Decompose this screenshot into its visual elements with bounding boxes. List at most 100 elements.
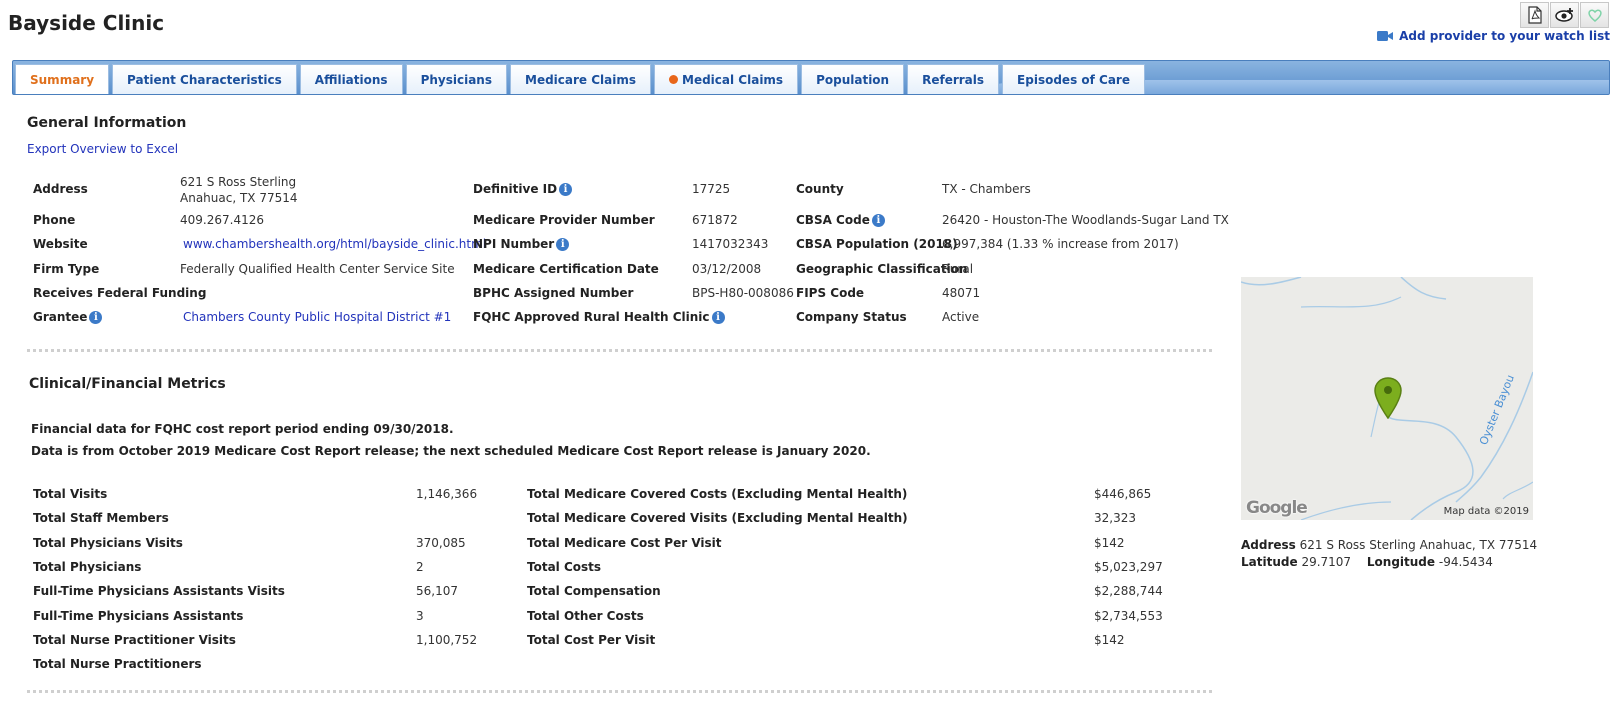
fips-value: 48071: [942, 286, 981, 300]
grantee-label: Grantee: [33, 310, 88, 324]
metric-value: $446,865: [1094, 487, 1152, 501]
info-icon[interactable]: i: [556, 238, 570, 251]
federal-funding-label: Receives Federal Funding: [33, 286, 207, 300]
county-value: TX - Chambers: [942, 182, 1031, 196]
cbsa-code-label: CBSA Code: [796, 213, 870, 227]
address-label: Address: [33, 182, 88, 196]
tab-medicare-claims[interactable]: Medicare Claims: [510, 64, 652, 94]
metric-value: 3: [416, 608, 424, 623]
heart-icon: [1587, 9, 1602, 22]
add-to-watch-list-link[interactable]: Add provider to your watch list: [1377, 29, 1610, 43]
metric-value: 56,107: [416, 584, 458, 599]
medicare-provider-value: 671872: [692, 213, 738, 227]
map-address-label: Address: [1241, 538, 1296, 552]
longitude-label: Longitude: [1366, 555, 1436, 569]
company-status-label: Company Status: [796, 310, 907, 324]
cbsa-population-label: CBSA Population (2018): [796, 237, 958, 251]
tab-label: Medical Claims: [682, 72, 784, 87]
metric-value: 2: [416, 559, 424, 574]
info-icon[interactable]: i: [871, 214, 885, 227]
tab-summary[interactable]: Summary: [15, 64, 110, 94]
fqhc-label-group: FQHC Approved Rural Health Clinic i: [473, 310, 725, 324]
page-title: Bayside Clinic: [8, 11, 165, 35]
tab-physicians[interactable]: Physicians: [405, 64, 507, 94]
metric-value: $142: [1094, 535, 1125, 550]
tab-label: Summary: [30, 72, 95, 87]
metric-value: $2,734,553: [1094, 608, 1163, 623]
tab-label: Episodes of Care: [1017, 72, 1130, 87]
favorite-button[interactable]: [1580, 2, 1609, 28]
eye-plus-icon: [1554, 8, 1573, 22]
metric-label: Total Visits: [33, 487, 108, 501]
metric-label: Total Medicare Covered Costs (Excluding …: [527, 487, 908, 501]
metric-label: Total Cost Per Visit: [527, 632, 656, 647]
metric-label: Total Medicare Cost Per Visit: [527, 535, 722, 550]
top-toolbar: [1520, 2, 1610, 30]
definitive-id-label-group: Definitive ID i: [473, 182, 573, 196]
pdf-icon: [1527, 6, 1542, 24]
location-pin-icon[interactable]: [1374, 377, 1402, 419]
map-address-value: 621 S Ross Sterling Anahuac, TX 77514: [1299, 538, 1538, 552]
cbsa-population-value: 6,997,384 (1.33 % increase from 2017): [942, 237, 1179, 251]
longitude-value: -94.5434: [1438, 555, 1493, 569]
watch-add-button[interactable]: [1550, 2, 1579, 28]
metric-label: Total Staff Members: [33, 511, 169, 526]
website-label: Website: [33, 237, 88, 251]
website-link[interactable]: www.chambershealth.org/html/bayside_clin…: [183, 237, 486, 251]
financial-note-release: Data is from October 2019 Medicare Cost …: [31, 444, 871, 458]
tab-affiliations[interactable]: Affiliations: [299, 64, 403, 94]
tab-label: Patient Characteristics: [127, 72, 282, 87]
info-icon[interactable]: i: [89, 311, 103, 324]
metric-label: Full-Time Physicians Assistants: [33, 608, 244, 623]
tab-referrals[interactable]: Referrals: [907, 64, 1000, 94]
map-provider-logo: Google: [1246, 498, 1308, 518]
metric-label: Total Other Costs: [527, 608, 644, 623]
financial-note-period: Financial data for FQHC cost report peri…: [31, 422, 454, 436]
tab-population[interactable]: Population: [801, 64, 905, 94]
grantee-link[interactable]: Chambers County Public Hospital District…: [183, 310, 451, 324]
tab-label: Affiliations: [314, 72, 388, 87]
tab-episodes-of-care[interactable]: Episodes of Care: [1002, 64, 1145, 94]
npi-value: 1417032343: [692, 237, 769, 251]
address-line2: Anahuac, TX 77514: [180, 191, 298, 205]
tab-patient-characteristics[interactable]: Patient Characteristics: [112, 64, 297, 94]
grantee-label-group: Grantee i: [33, 310, 103, 324]
tab-label: Physicians: [420, 72, 492, 87]
cbsa-code-value: 26420 - Houston-The Woodlands-Sugar Land…: [942, 213, 1229, 227]
company-status-value: Active: [942, 310, 980, 324]
metric-label: Total Nurse Practitioner Visits: [33, 632, 236, 647]
definitive-id-value: 17725: [692, 182, 731, 196]
metric-label: Total Nurse Practitioners: [33, 657, 202, 672]
map-address-line: Address 621 S Ross Sterling Anahuac, TX …: [1241, 538, 1537, 552]
info-icon[interactable]: i: [711, 311, 725, 324]
metric-value: $5,023,297: [1094, 559, 1163, 574]
fqhc-label: FQHC Approved Rural Health Clinic: [473, 310, 710, 324]
address-line1: 621 S Ross Sterling: [180, 175, 297, 189]
video-camera-icon: [1377, 31, 1394, 41]
medicare-cert-label: Medicare Certification Date: [473, 262, 659, 276]
metric-value: $142: [1094, 632, 1125, 647]
map-attribution: Map data ©2019: [1443, 506, 1529, 517]
location-map[interactable]: Oyster Bayou Google Map data ©2019: [1241, 277, 1533, 520]
metric-value: 1,100,752: [416, 632, 478, 647]
bphc-value: BPS-H80-008086: [692, 286, 794, 300]
latitude-label: Latitude: [1241, 555, 1298, 569]
section-divider: [27, 690, 1212, 693]
new-indicator-dot: [669, 75, 679, 84]
info-icon[interactable]: i: [559, 183, 573, 196]
metric-label: Full-Time Physicians Assistants Visits: [33, 584, 285, 599]
metric-value: 370,085: [416, 535, 466, 550]
tab-medical-claims[interactable]: Medical Claims: [654, 64, 799, 94]
metric-label: Total Compensation: [527, 584, 661, 599]
county-label: County: [796, 182, 844, 196]
phone-value: 409.267.4126: [180, 213, 264, 227]
metric-value: 32,323: [1094, 511, 1136, 526]
export-excel-link[interactable]: Export Overview to Excel: [27, 142, 178, 156]
watch-link-label: Add provider to your watch list: [1399, 29, 1610, 43]
phone-label: Phone: [33, 213, 76, 227]
definitive-id-label: Definitive ID: [473, 182, 558, 196]
metric-value: $2,288,744: [1094, 584, 1163, 599]
metric-label: Total Costs: [527, 559, 602, 574]
cbsa-code-label-group: CBSA Code i: [796, 213, 885, 227]
pdf-export-button[interactable]: [1520, 2, 1549, 28]
